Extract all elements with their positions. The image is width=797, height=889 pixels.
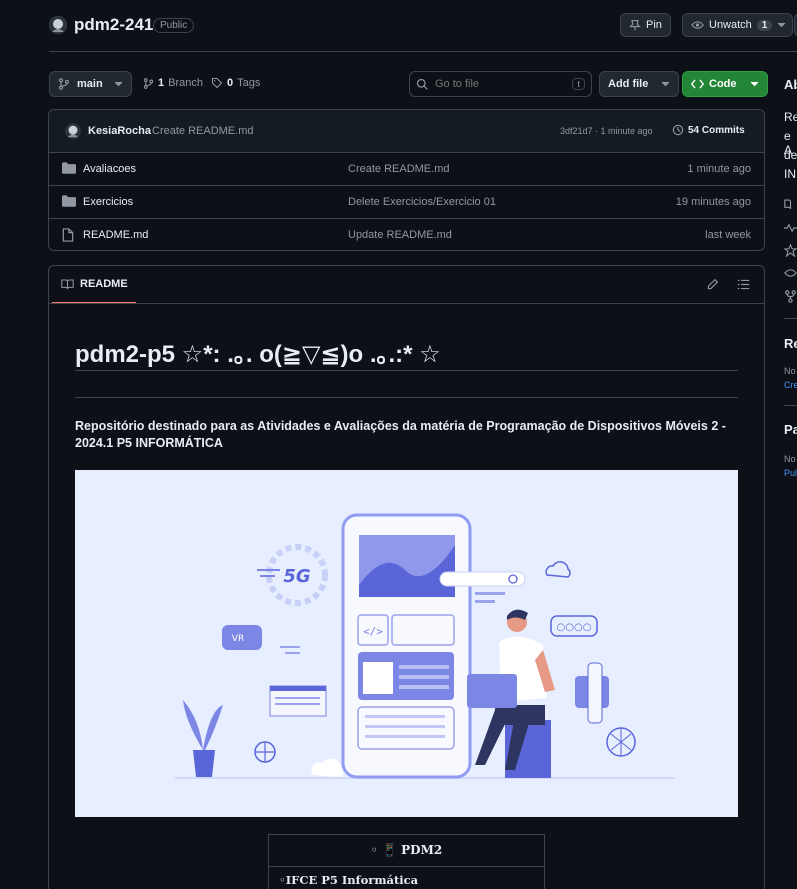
book-icon[interactable] (784, 199, 797, 210)
unwatch-label: Unwatch (709, 19, 752, 31)
history-icon (672, 124, 684, 136)
releases-heading[interactable]: Re (784, 336, 797, 351)
readme-tab-label: README (80, 278, 128, 290)
commit-message[interactable]: Create README.md (152, 125, 253, 137)
file-name[interactable]: Exercicios (83, 196, 133, 208)
file-commit-message[interactable]: Delete Exercicios/Exercicio 01 (348, 196, 496, 208)
branch-name: main (77, 78, 103, 90)
tags-count: 0 (227, 77, 234, 89)
folder-icon (62, 162, 76, 174)
readme-illustration: </> 5G VR ○○○○ (75, 470, 738, 817)
file-commit-message[interactable]: Update README.md (348, 229, 452, 241)
branches-link[interactable]: 1 Branch (143, 77, 203, 89)
repo-avatar[interactable] (49, 16, 67, 34)
file-name[interactable]: Avaliacoes (83, 163, 136, 175)
svg-text:</>: </> (363, 625, 383, 638)
folder-icon (62, 195, 76, 207)
readme-tab[interactable]: README (61, 278, 128, 290)
releases-text: No (784, 366, 796, 376)
eye-icon[interactable] (784, 268, 797, 278)
file-commit-message[interactable]: Create README.md (348, 163, 449, 175)
code-label: Code (709, 78, 737, 90)
info-table-header: ◦ 📱 PDM2 (370, 843, 443, 857)
readme-header-divider (49, 303, 764, 304)
file-icon (62, 228, 74, 242)
pin-icon (629, 19, 641, 31)
section-divider (75, 397, 738, 398)
go-to-file-search[interactable]: t (409, 71, 592, 97)
branches-label: Branch (168, 77, 203, 89)
file-age: last week (705, 229, 751, 241)
readme-title: pdm2-p5 ☆*: .｡. o(≧▽≦)o .｡.:* ☆ (75, 341, 441, 368)
commits-label: 54 Commits (688, 124, 745, 136)
search-shortcut-key: t (572, 78, 585, 90)
pin-button[interactable]: Pin (620, 13, 671, 37)
file-age: 1 minute ago (687, 163, 751, 175)
search-icon (416, 78, 428, 90)
sidebar-divider (784, 405, 797, 406)
table-row[interactable]: Exercicios Delete Exercicios/Exercicio 0… (49, 185, 764, 218)
about-line: Re (784, 110, 797, 124)
file-name[interactable]: README.md (83, 229, 148, 241)
file-age: 19 minutes ago (675, 196, 751, 208)
visibility-badge: Public (153, 18, 195, 33)
fork-icon[interactable] (784, 290, 797, 303)
header-divider (49, 51, 797, 52)
unwatch-button[interactable]: Unwatch 1 (682, 13, 794, 37)
tags-label: Tags (237, 77, 261, 89)
commits-link[interactable]: 54 Commits (672, 124, 745, 136)
outline-list-icon[interactable] (737, 279, 750, 290)
info-table-cell: ◦IFCE P5 Informática (279, 873, 419, 887)
add-file-label: Add file (608, 78, 649, 90)
svg-text:5G: 5G (283, 566, 310, 587)
commit-hash-time[interactable]: 3df21d7 · 1 minute ago (560, 126, 653, 136)
branch-icon (143, 77, 154, 89)
chevron-down-icon (114, 81, 123, 87)
commit-author-avatar[interactable] (65, 123, 81, 139)
about-heading: Ab (784, 77, 797, 92)
search-input[interactable] (435, 78, 565, 90)
chevron-down-icon (777, 22, 786, 28)
table-row[interactable]: README.md Update README.md last week (49, 218, 764, 251)
svg-text:VR: VR (232, 634, 244, 644)
branch-icon (58, 78, 70, 90)
sidebar-divider (784, 318, 797, 319)
repo-name[interactable]: pdm2-241 (74, 15, 153, 35)
code-icon (691, 79, 704, 89)
eye-icon (691, 19, 704, 31)
svg-text:○○○○: ○○○○ (557, 622, 592, 633)
about-line: de (784, 148, 797, 162)
book-icon (61, 279, 74, 290)
about-line: IN (784, 167, 796, 181)
branch-select[interactable]: main (49, 71, 132, 97)
tags-link[interactable]: 0 Tags (211, 77, 260, 89)
star-icon[interactable] (784, 244, 797, 257)
releases-link[interactable]: Cre (784, 380, 797, 390)
pin-label: Pin (646, 19, 662, 31)
tag-icon (211, 77, 223, 89)
info-table-divider (269, 866, 544, 867)
table-row[interactable]: Avaliacoes Create README.md 1 minute ago (49, 152, 764, 185)
add-file-button[interactable]: Add file (599, 71, 680, 97)
code-button[interactable]: Code (682, 71, 768, 97)
readme-description: Repositório destinado para as Atividades… (75, 419, 726, 450)
pencil-icon[interactable] (706, 278, 719, 291)
title-underline (75, 370, 738, 371)
chevron-down-icon (750, 81, 759, 87)
branches-count: 1 (158, 77, 165, 89)
chevron-down-icon (661, 81, 670, 87)
watch-count: 1 (756, 19, 773, 31)
packages-text: No (784, 454, 796, 464)
commit-author[interactable]: KesiaRocha (88, 125, 151, 137)
packages-heading[interactable]: Pa (784, 422, 797, 437)
activity-icon[interactable] (784, 223, 797, 233)
packages-link[interactable]: Pul (784, 468, 797, 478)
